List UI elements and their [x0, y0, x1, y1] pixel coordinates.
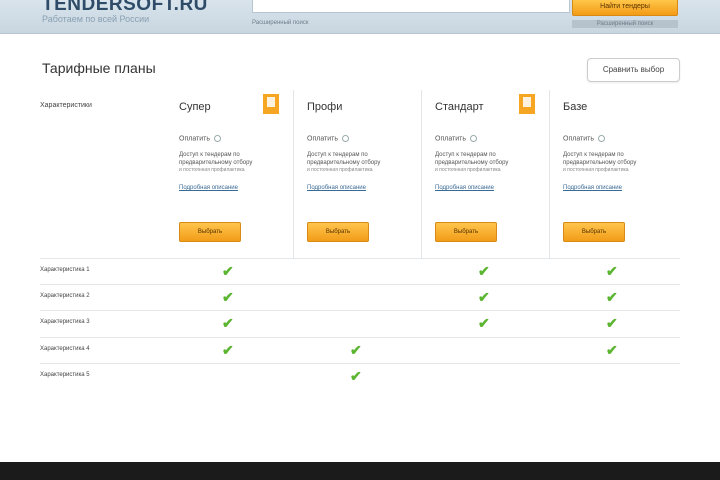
plan-note: и постоянная профилактика	[179, 167, 245, 174]
feature-row: Характеристика 4 ✔ ✔ ✔	[40, 337, 680, 362]
featured-ribbon-icon	[517, 92, 537, 116]
plan-header: Базе	[551, 90, 680, 125]
feature-row: Характеристика 3 ✔ ✔ ✔	[40, 310, 680, 335]
plan-description: Доступ к тендерам по предварительному от…	[307, 152, 381, 167]
plan-description: Доступ к тендерам по предварительному от…	[435, 152, 509, 167]
check-mark-icon: ✔	[222, 263, 234, 279]
check-mark-icon: ✔	[478, 315, 490, 331]
plan-column-super: Супер Оплатить Доступ к тендерам по пред…	[167, 90, 294, 258]
check-mark-icon: ✔	[478, 289, 490, 305]
check-mark-icon: ✔	[606, 315, 618, 331]
check-mark-icon: ✔	[350, 368, 362, 384]
plan-column-standard: Стандарт Оплатить Доступ к тендерам по п…	[423, 90, 550, 258]
plan-header: Супер	[167, 90, 293, 125]
feature-row: Характеристика 5 ✔	[40, 363, 680, 388]
plan-header: Стандарт	[423, 90, 549, 125]
plan-note: и постоянная профилактика	[307, 167, 373, 174]
plan-price: Оплатить	[307, 135, 409, 142]
plan-description: Доступ к тендерам по предварительному от…	[563, 152, 637, 167]
info-icon[interactable]	[598, 135, 606, 142]
site-header: TENDERSOFT.RU Работаем по всей России Ра…	[0, 0, 720, 34]
compare-button[interactable]: Сравнить выбор	[587, 58, 680, 82]
plan-price: Оплатить	[563, 135, 668, 142]
plan-header: Профи	[295, 90, 421, 125]
plan-column-profi: Профи Оплатить Доступ к тендерам по пред…	[295, 90, 422, 258]
plan-name: Базе	[563, 101, 588, 113]
plan-name: Супер	[179, 101, 211, 113]
page-footer	[0, 462, 720, 480]
feature-row: Характеристика 2 ✔ ✔ ✔	[40, 284, 680, 309]
plan-description: Доступ к тендерам по предварительному от…	[179, 152, 253, 167]
info-icon[interactable]	[342, 135, 350, 142]
choose-plan-button[interactable]: Выбрать	[435, 222, 497, 242]
plan-price: Оплатить	[435, 135, 537, 142]
plan-column-base: Базе Оплатить Доступ к тендерам по предв…	[551, 90, 680, 258]
check-mark-icon: ✔	[606, 263, 618, 279]
feature-row: Характеристика 1 ✔ ✔ ✔	[40, 258, 680, 283]
info-icon[interactable]	[214, 135, 222, 142]
search-hint-link[interactable]: Расширенный поиск	[252, 20, 309, 26]
feature-label: Характеристика 1	[40, 267, 90, 273]
characteristics-header: Характеристики	[40, 102, 92, 109]
check-mark-icon: ✔	[606, 342, 618, 358]
plan-note: и постоянная профилактика	[435, 167, 501, 174]
plan-name: Стандарт	[435, 101, 484, 113]
info-icon[interactable]	[470, 135, 478, 142]
check-mark-icon: ✔	[222, 342, 234, 358]
check-mark-icon: ✔	[222, 289, 234, 305]
feature-label: Характеристика 2	[40, 293, 90, 299]
choose-plan-button[interactable]: Выбрать	[307, 222, 369, 242]
plan-details-link[interactable]: Подробная описание	[563, 185, 668, 191]
feature-label: Характеристика 4	[40, 346, 90, 352]
plan-details-link[interactable]: Подробная описание	[435, 185, 537, 191]
plan-name: Профи	[307, 101, 343, 113]
plan-details-link[interactable]: Подробная описание	[307, 185, 409, 191]
check-mark-icon: ✔	[606, 289, 618, 305]
plan-details-link[interactable]: Подробная описание	[179, 185, 281, 191]
choose-plan-button[interactable]: Выбрать	[563, 222, 625, 242]
check-mark-icon: ✔	[222, 315, 234, 331]
check-mark-icon: ✔	[478, 263, 490, 279]
page-title: Тарифные планы	[42, 60, 156, 76]
plan-note: и постоянная профилактика	[563, 167, 629, 174]
check-mark-icon: ✔	[350, 342, 362, 358]
search-input[interactable]	[252, 0, 570, 13]
feature-label: Характеристика 3	[40, 319, 90, 325]
plan-price: Оплатить	[179, 135, 281, 142]
featured-ribbon-icon	[261, 92, 281, 116]
choose-plan-button[interactable]: Выбрать	[179, 222, 241, 242]
feature-label: Характеристика 5	[40, 372, 90, 378]
site-tagline: Работаем по всей России	[42, 14, 150, 24]
advanced-search-button[interactable]: Расширенный поиск	[572, 20, 678, 28]
search-button[interactable]: Найти тендеры	[572, 0, 678, 16]
